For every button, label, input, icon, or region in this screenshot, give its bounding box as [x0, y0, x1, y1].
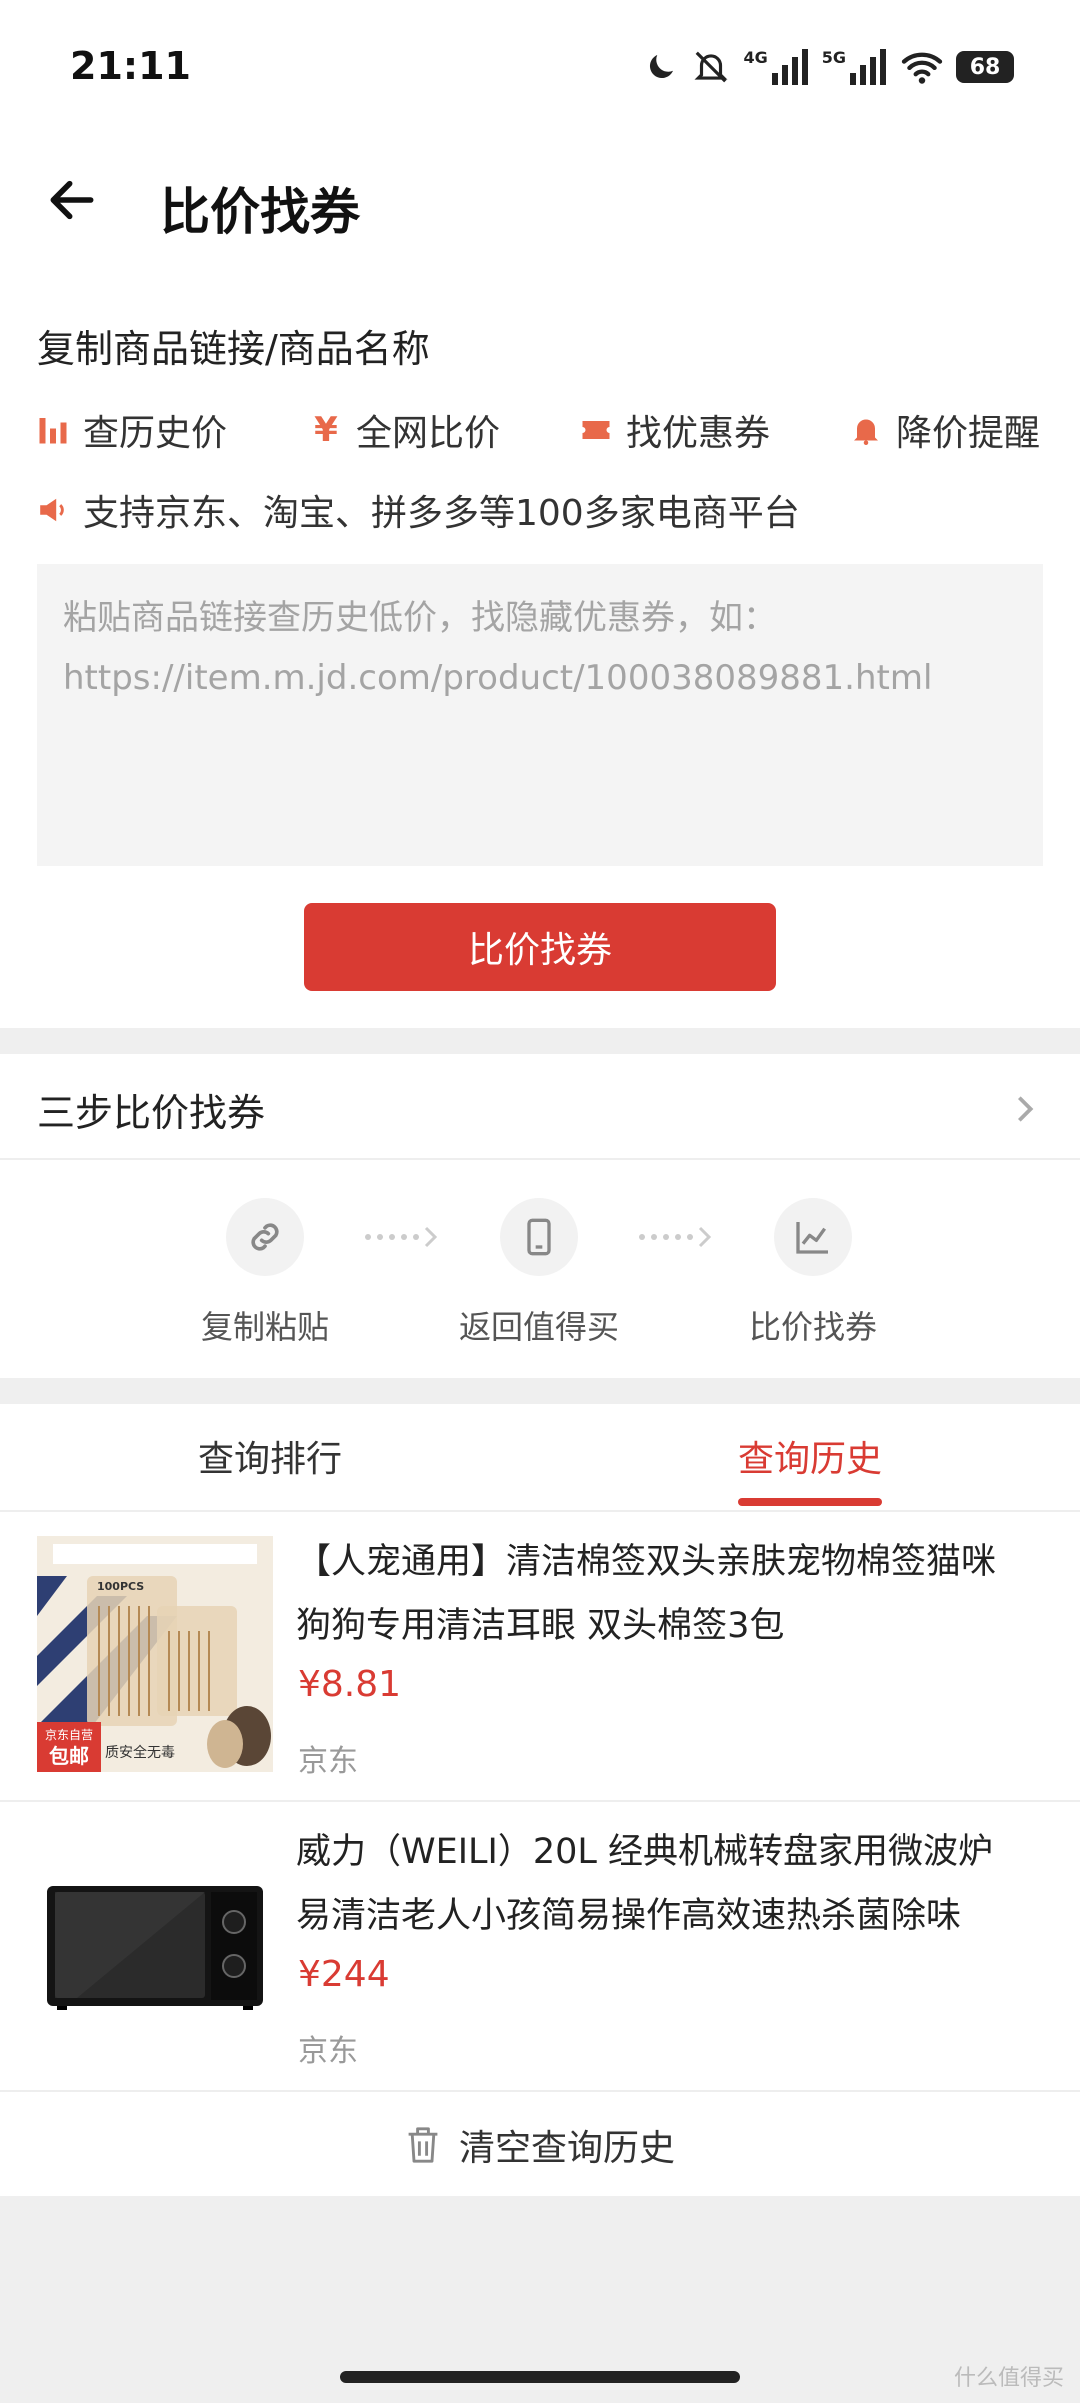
link-input[interactable]: 粘贴商品链接查历史低价，找隐藏优惠券，如： https://item.m.jd.… [37, 564, 1043, 866]
tab-active-indicator [738, 1498, 882, 1506]
wifi-icon [901, 52, 943, 84]
thumb-text: 质安全无毒 [105, 1745, 175, 1761]
watermark: 什么值得买 [953, 2366, 1064, 2391]
thumb-header-bar [49, 1544, 253, 1564]
page-title: 比价找券 [160, 183, 360, 241]
feature-label: 降价提醒 [896, 413, 1041, 454]
product-thumbnail[interactable]: 100PCS 京东自营 包邮 质安全无毒 [37, 1536, 273, 1772]
feature-label: 找优惠券 [626, 413, 771, 454]
bell-icon [850, 414, 882, 446]
network-5g-label: 5G [821, 47, 846, 67]
feature-label: 查历史价 [83, 413, 228, 454]
product-platform: 京东 [298, 1744, 358, 1779]
dotted-arrow-icon [365, 1226, 438, 1248]
feature-coupon: 找优惠券 [580, 404, 770, 456]
product-title-line-2[interactable]: 狗狗专用清洁耳眼 双头棉签3包 [296, 1594, 1036, 1658]
home-indicator[interactable] [340, 2371, 740, 2383]
input-label: 复制商品链接/商品名称 [37, 327, 430, 371]
phone-icon [500, 1198, 578, 1276]
placeholder-line-2: https://item.m.jd.com/product/1000380898… [63, 658, 933, 698]
support-note: 支持京东、淘宝、拼多多等100多家电商平台 [37, 484, 800, 536]
badge-top: 京东自营 [44, 1728, 93, 1742]
tab-ranking[interactable]: 查询排行 [198, 1430, 342, 1482]
feature-price-alert: 降价提醒 [850, 404, 1040, 456]
tab-history[interactable]: 查询历史 [738, 1430, 882, 1482]
pack-label: 100PCS [97, 1580, 145, 1593]
divider [0, 1510, 1080, 1512]
divider [0, 1800, 1080, 1802]
feature-price-history: 查历史价 [37, 404, 227, 456]
product-title[interactable]: 【人宠通用】清洁棉签双头亲肤宠物棉签猫咪 [296, 1530, 1036, 1594]
clear-history-button[interactable]: 清空查询历史 [0, 2094, 1080, 2196]
line-chart-icon [774, 1198, 852, 1276]
chevron-right-icon[interactable] [1012, 1092, 1038, 1126]
divider [0, 2090, 1080, 2092]
back-arrow-icon[interactable] [44, 172, 100, 228]
status-icons: 4G 5G 68 [643, 48, 1014, 86]
clear-history-label: 清空查询历史 [458, 2128, 675, 2169]
feature-label: 全网比价 [356, 413, 501, 454]
signal-icon [771, 49, 808, 85]
link-icon [226, 1198, 304, 1276]
product-title[interactable]: 威力（WEILI）20L 经典机械转盘家用微波炉 [296, 1820, 1036, 1884]
step-label: 返回值得买 [458, 1308, 619, 1346]
product-platform: 京东 [298, 2034, 358, 2069]
status-time: 21:11 [70, 44, 191, 88]
network-4g-label: 4G [743, 47, 768, 67]
steps-title[interactable]: 三步比价找券 [37, 1082, 265, 1137]
signal-icon-2 [850, 49, 886, 85]
bar-chart-icon [37, 414, 69, 446]
speaker-icon [37, 494, 69, 526]
mute-bell-icon [694, 51, 728, 83]
yen-icon: ¥ [314, 410, 338, 450]
moon-icon [650, 55, 674, 79]
compare-coupon-button[interactable]: 比价找券 [304, 903, 776, 991]
product-price: ¥8.81 [298, 1664, 402, 1705]
step-label: 比价找券 [748, 1308, 877, 1346]
product-title-line-2[interactable]: 易清洁老人小孩简易操作高效速热杀菌除味 [296, 1884, 1036, 1948]
placeholder-line-1: 粘贴商品链接查历史低价，找隐藏优惠券，如： [63, 598, 777, 638]
step-label: 复制粘贴 [200, 1308, 329, 1346]
dotted-arrow-icon [639, 1226, 712, 1248]
divider [0, 1158, 1080, 1160]
product-thumbnail[interactable] [37, 1826, 273, 2062]
battery-indicator: 68 [956, 51, 1014, 83]
ticket-icon [580, 414, 612, 446]
support-text: 支持京东、淘宝、拼多多等100多家电商平台 [83, 493, 800, 534]
product-price: ¥244 [298, 1954, 390, 1995]
badge: 京东自营 包邮 [37, 1722, 101, 1772]
feature-compare: ¥ 全网比价 [310, 404, 500, 456]
trash-icon [408, 2127, 438, 2163]
badge-bottom: 包邮 [49, 1744, 89, 1768]
